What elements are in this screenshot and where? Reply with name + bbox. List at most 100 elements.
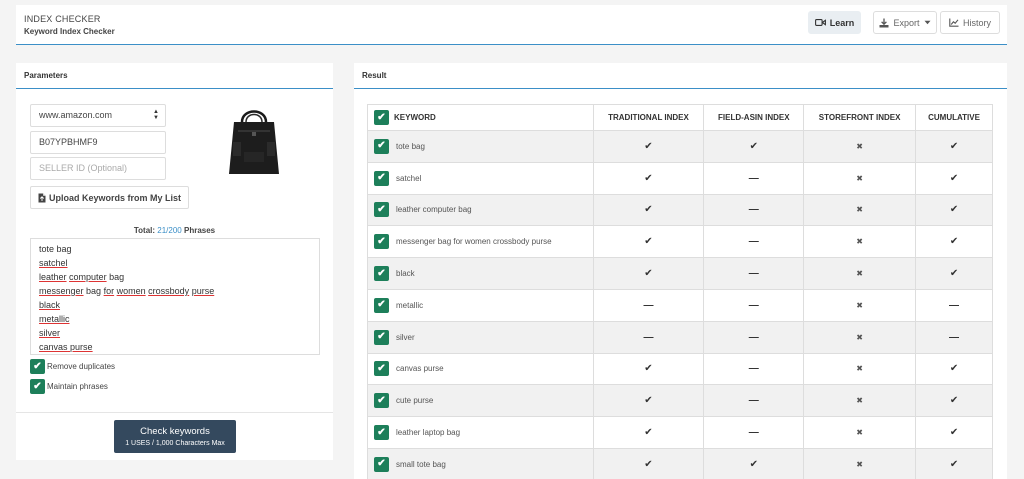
row-checkbox[interactable]: ✔ [374, 266, 389, 282]
keyword-line: satchel [39, 258, 68, 268]
check-icon: ✔ [592, 447, 705, 479]
cross-icon: ✖ [803, 447, 917, 479]
export-button[interactable]: Export [873, 11, 937, 34]
keywords-textarea[interactable]: tote bag satchel leather computer bag me… [30, 238, 320, 355]
dash-icon: — [703, 384, 805, 418]
storefront-index-header: STOREFRONT INDEX [803, 104, 917, 131]
upload-keywords-button[interactable]: Upload Keywords from My List [30, 186, 189, 209]
maintain-phrases-label: Maintain phrases [47, 382, 108, 391]
check-icon: ✔ [915, 161, 993, 195]
row-checkbox[interactable]: ✔ [374, 170, 389, 186]
cross-icon: ✖ [803, 130, 917, 163]
row-checkbox[interactable]: ✔ [374, 425, 389, 441]
page-header: INDEX CHECKER Keyword Index Checker Lear… [16, 5, 1007, 45]
check-icon: ✔ [592, 193, 705, 227]
keyword-line: metallic [39, 314, 70, 324]
learn-button[interactable]: Learn [808, 11, 861, 34]
check-icon: ✔ [915, 130, 993, 163]
maintain-phrases-option[interactable]: ✔ Maintain phrases [30, 379, 108, 394]
dash-icon: — [703, 352, 805, 386]
parameters-panel: Parameters www.amazon.com ▲ ▼ B07YPBHMF9 … [16, 63, 333, 460]
marketplace-select[interactable]: www.amazon.com ▲ ▼ [30, 104, 166, 127]
cross-icon: ✖ [803, 193, 917, 227]
total-count: 21 [157, 226, 167, 235]
row-checkbox[interactable]: ✔ [374, 361, 389, 377]
keyword-text: satchel [396, 173, 422, 183]
keyword-text: metallic [396, 300, 424, 310]
keyword-line: tote bag [39, 244, 72, 254]
page-subtitle: Keyword Index Checker [24, 27, 115, 36]
row-checkbox[interactable]: ✔ [374, 329, 389, 345]
table-row: ✔ messenger bag for women crossbody purse… [367, 225, 993, 259]
product-image [229, 110, 279, 174]
cross-icon: ✖ [803, 225, 917, 259]
keyword-cell: ✔ cute purse [367, 384, 594, 418]
check-keywords-button[interactable]: Check keywords 1 USES / 1,000 Characters… [114, 420, 236, 453]
check-icon: ✔ [592, 225, 705, 259]
cross-icon: ✖ [803, 320, 917, 354]
table-row: ✔ black ✔ — ✖ ✔ [367, 257, 993, 290]
table-row: ✔ silver — — ✖ — [367, 320, 993, 354]
check-icon: ✔ [915, 257, 993, 290]
keyword-text: black [396, 269, 415, 279]
keyword-text: cute purse [396, 396, 434, 406]
result-panel: Result ✔ KEYWORD TRADITIONAL INDEX FIELD… [354, 63, 1007, 479]
keyword-cell: ✔ canvas purse [367, 352, 594, 386]
check-icon: ✔ [915, 352, 993, 386]
select-arrows-icon: ▲ ▼ [153, 109, 159, 121]
check-icon: ✔ [592, 416, 705, 449]
history-label: History [962, 17, 991, 28]
keyword-cell: ✔ tote bag [367, 130, 594, 163]
keyword-text: silver [396, 332, 415, 342]
keyword-cell: ✔ messenger bag for women crossbody purse [367, 225, 594, 259]
remove-duplicates-option[interactable]: ✔ Remove duplicates [30, 359, 115, 374]
keyword-text: leather laptop bag [396, 428, 461, 438]
check-icon: ✔ [592, 257, 705, 290]
keyword-line: silver [39, 328, 61, 338]
cross-icon: ✖ [803, 416, 917, 449]
marketplace-value: www.amazon.com [39, 110, 113, 120]
table-row: ✔ leather laptop bag ✔ — ✖ ✔ [367, 416, 993, 449]
asin-input[interactable]: B07YPBHMF9 [30, 131, 166, 154]
dash-icon: — [915, 288, 993, 322]
table-row: ✔ canvas purse ✔ — ✖ ✔ [367, 352, 993, 386]
traditional-index-header: TRADITIONAL INDEX [592, 104, 705, 131]
table-row: ✔ small tote bag ✔ ✔ ✖ ✔ [367, 447, 993, 479]
row-checkbox[interactable]: ✔ [374, 297, 389, 313]
select-all-checkbox[interactable]: ✔ [374, 110, 389, 125]
check-icon: ✔ [915, 193, 993, 227]
keyword-line: messenger bag for women crossbody purse [39, 286, 215, 296]
line-chart-icon [949, 18, 959, 27]
keyword-text: small tote bag [396, 459, 446, 469]
row-checkbox[interactable]: ✔ [374, 234, 389, 250]
field-asin-index-header: FIELD-ASIN INDEX [703, 104, 805, 131]
parameters-title: Parameters [16, 63, 333, 89]
total-label: Total: [133, 226, 156, 235]
dash-icon: — [703, 416, 805, 449]
upload-label: Upload Keywords from My List [48, 192, 182, 203]
check-icon: ✔ [915, 416, 993, 449]
row-checkbox[interactable]: ✔ [374, 202, 389, 218]
table-row: ✔ cute purse ✔ — ✖ ✔ [367, 384, 993, 418]
row-checkbox[interactable]: ✔ [374, 393, 389, 409]
learn-label: Learn [829, 17, 855, 28]
seller-id-input[interactable]: SELLER ID (Optional) [30, 157, 166, 180]
keyword-text: leather computer bag [396, 205, 472, 215]
remove-duplicates-checkbox[interactable]: ✔ [30, 359, 45, 374]
table-row: ✔ metallic — — ✖ — [367, 288, 993, 322]
table-row: ✔ satchel ✔ — ✖ ✔ [367, 161, 993, 195]
check-icon: ✔ [592, 352, 705, 386]
total-max: 200 [168, 226, 182, 235]
panel-divider [16, 412, 333, 413]
check-icon: ✔ [703, 447, 805, 479]
keyword-cell: ✔ satchel [367, 161, 594, 195]
dash-icon: — [703, 257, 805, 290]
row-checkbox[interactable]: ✔ [374, 456, 389, 472]
dash-icon: — [703, 288, 805, 322]
row-checkbox[interactable]: ✔ [374, 138, 389, 154]
maintain-phrases-checkbox[interactable]: ✔ [30, 379, 45, 394]
dash-icon: — [915, 320, 993, 354]
keyword-column-header: ✔ KEYWORD [367, 104, 594, 131]
history-button[interactable]: History [940, 11, 1000, 34]
keyword-cell: ✔ black [367, 257, 594, 290]
